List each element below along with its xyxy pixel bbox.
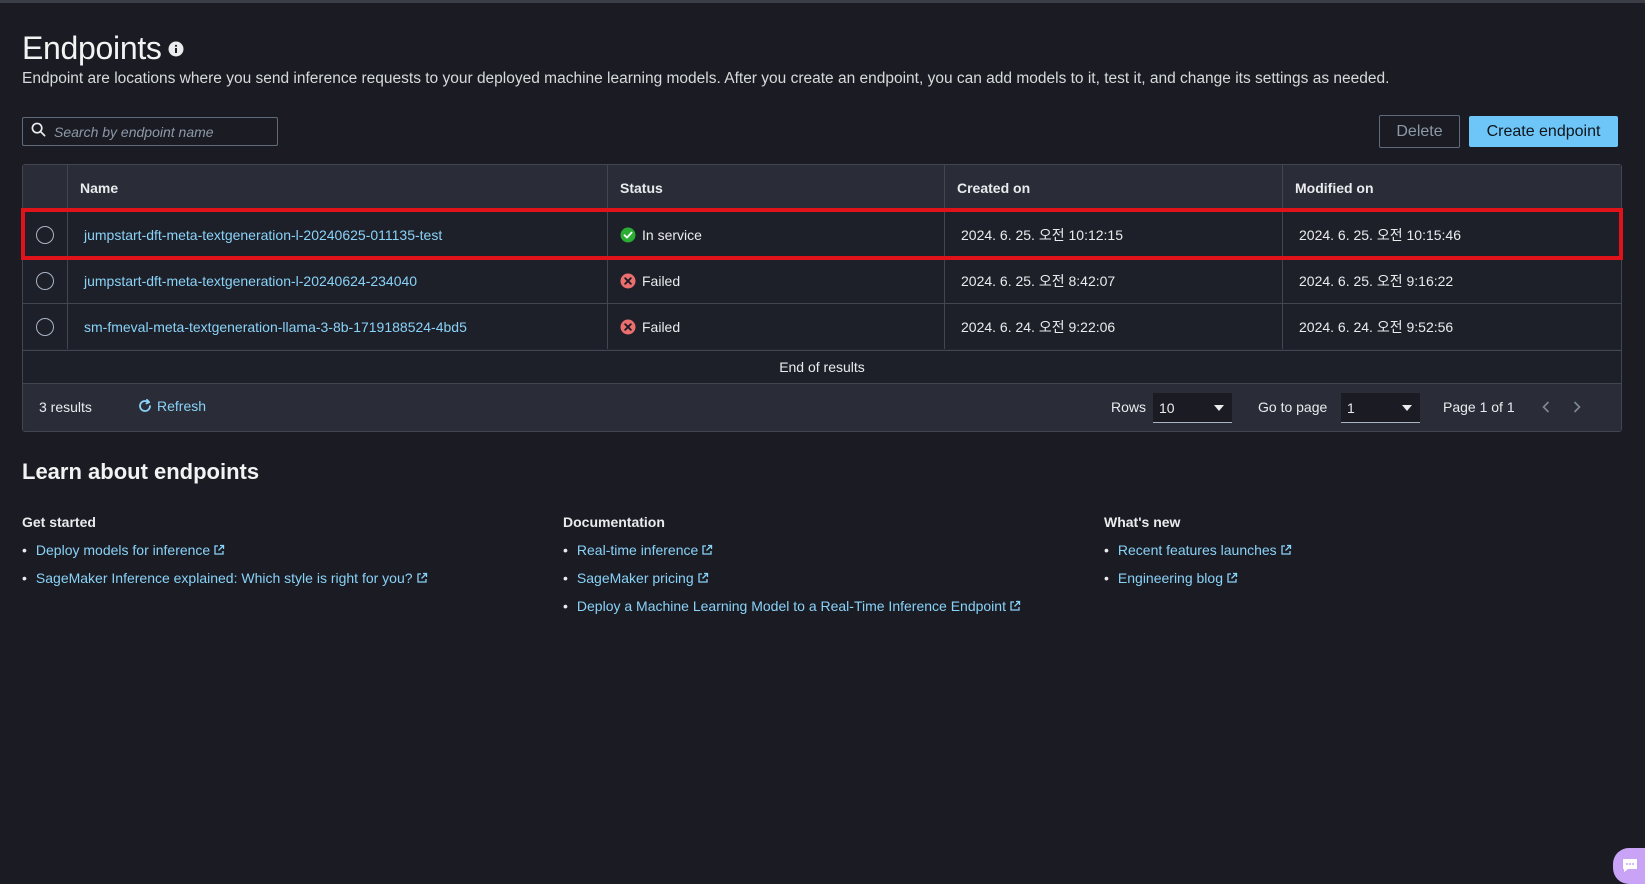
refresh-button[interactable]: Refresh xyxy=(137,398,206,414)
goto-page-value: 1 xyxy=(1347,399,1355,416)
caret-down-icon xyxy=(1402,404,1412,411)
table-header: Name Status Created on Modified on xyxy=(23,165,1621,211)
link-text[interactable]: Real-time inference xyxy=(577,542,698,558)
external-link-icon xyxy=(701,544,713,556)
table-row[interactable]: sm-fmeval-meta-textgeneration-llama-3-8b… xyxy=(23,303,1621,349)
status-cell: Failed xyxy=(608,258,945,303)
next-page-button[interactable] xyxy=(1568,398,1586,416)
column-header-name[interactable]: Name xyxy=(68,165,608,211)
link-text[interactable]: Recent features launches xyxy=(1118,542,1277,558)
external-link-icon xyxy=(1226,572,1238,584)
status-text: Failed xyxy=(642,272,681,289)
row-select-cell xyxy=(23,258,68,303)
results-count: 3 results xyxy=(39,399,92,415)
rows-label: Rows xyxy=(1111,399,1147,415)
learn-column-whats-new: What's new Recent features launches Engi… xyxy=(1104,514,1292,598)
row-radio[interactable] xyxy=(36,225,54,244)
search-input[interactable] xyxy=(54,123,264,140)
delete-button[interactable]: Delete xyxy=(1379,115,1460,148)
error-circle-icon xyxy=(620,319,636,335)
link-text[interactable]: SageMaker pricing xyxy=(577,570,694,586)
link-text[interactable]: Engineering blog xyxy=(1118,570,1223,586)
learn-link[interactable]: Recent features launches xyxy=(1104,542,1292,558)
endpoint-name-link[interactable]: jumpstart-dft-meta-textgeneration-l-2024… xyxy=(84,227,442,243)
goto-page-label: Go to page xyxy=(1258,399,1328,415)
top-divider xyxy=(0,0,1645,3)
status-text: In service xyxy=(642,226,702,243)
previous-page-button[interactable] xyxy=(1537,398,1555,416)
error-circle-icon xyxy=(620,273,636,289)
chat-icon xyxy=(1623,859,1637,872)
end-of-results: End of results xyxy=(23,350,1621,383)
header-select-cell xyxy=(23,165,68,211)
created-cell: 2024. 6. 25. 오전 10:12:15 xyxy=(945,212,1283,257)
link-text[interactable]: Deploy models for inference xyxy=(36,542,210,558)
chat-button[interactable] xyxy=(1613,848,1645,884)
learn-column-documentation: Documentation Real-time inference SageMa… xyxy=(563,514,1021,626)
column-heading: Documentation xyxy=(563,514,665,530)
external-link-icon xyxy=(697,572,709,584)
learn-column-get-started: Get started Deploy models for inference … xyxy=(22,514,428,598)
learn-link[interactable]: Engineering blog xyxy=(1104,570,1292,586)
modified-cell: 2024. 6. 25. 오전 9:16:22 xyxy=(1299,272,1454,289)
learn-section-title: Learn about endpoints xyxy=(22,459,260,484)
row-radio[interactable] xyxy=(36,317,54,336)
refresh-label: Refresh xyxy=(157,398,207,414)
status-text: Failed xyxy=(642,318,681,335)
title-row: Endpoints xyxy=(22,30,184,67)
goto-page-select[interactable]: 1 xyxy=(1341,393,1420,423)
info-icon[interactable] xyxy=(168,41,184,57)
page-description: Endpoint are locations where you send in… xyxy=(22,70,1390,87)
external-link-icon xyxy=(416,572,428,584)
learn-link[interactable]: Deploy a Machine Learning Model to a Rea… xyxy=(563,598,1021,614)
table-row[interactable]: jumpstart-dft-meta-textgeneration-l-2024… xyxy=(23,257,1621,303)
search-icon xyxy=(31,122,46,142)
column-header-created-on[interactable]: Created on xyxy=(945,165,1283,211)
name-cell: jumpstart-dft-meta-textgeneration-l-2024… xyxy=(68,212,608,257)
page-title: Endpoints xyxy=(22,30,162,66)
table-footer: 3 results Refresh Rows 10 Go to page 1 P… xyxy=(23,383,1621,431)
column-heading: What's new xyxy=(1104,514,1181,530)
status-cell: In service xyxy=(608,212,945,257)
create-endpoint-button[interactable]: Create endpoint xyxy=(1469,116,1618,147)
learn-link[interactable]: Real-time inference xyxy=(563,542,1021,558)
learn-link[interactable]: SageMaker pricing xyxy=(563,570,1021,586)
name-cell: jumpstart-dft-meta-textgeneration-l-2024… xyxy=(68,258,608,303)
endpoint-name-link[interactable]: jumpstart-dft-meta-textgeneration-l-2024… xyxy=(84,273,417,289)
refresh-icon xyxy=(139,398,151,412)
check-circle-icon xyxy=(620,227,636,243)
column-header-status[interactable]: Status xyxy=(608,165,945,211)
column-heading: Get started xyxy=(22,514,96,530)
learn-link[interactable]: Deploy models for inference xyxy=(22,542,428,558)
table-row[interactable]: jumpstart-dft-meta-textgeneration-l-2024… xyxy=(23,211,1621,257)
caret-down-icon xyxy=(1214,404,1224,411)
external-link-icon xyxy=(213,544,225,556)
external-link-icon xyxy=(1009,600,1021,612)
column-header-modified-on[interactable]: Modified on xyxy=(1283,165,1621,211)
row-select-cell xyxy=(23,212,68,257)
status-cell: Failed xyxy=(608,304,945,349)
modified-cell: 2024. 6. 24. 오전 9:52:56 xyxy=(1299,318,1454,335)
page-info: Page 1 of 1 xyxy=(1443,399,1515,415)
name-cell: sm-fmeval-meta-textgeneration-llama-3-8b… xyxy=(68,304,608,349)
chevron-right-icon xyxy=(1573,401,1581,413)
row-radio[interactable] xyxy=(36,271,54,290)
search-field[interactable] xyxy=(22,117,278,146)
endpoints-table: Name Status Created on Modified on jumps… xyxy=(22,164,1622,432)
endpoint-name-link[interactable]: sm-fmeval-meta-textgeneration-llama-3-8b… xyxy=(84,319,467,335)
created-cell: 2024. 6. 24. 오전 9:22:06 xyxy=(945,304,1283,349)
link-text[interactable]: Deploy a Machine Learning Model to a Rea… xyxy=(577,598,1006,614)
external-link-icon xyxy=(1280,544,1292,556)
row-select-cell xyxy=(23,304,68,349)
modified-cell: 2024. 6. 25. 오전 10:15:46 xyxy=(1299,226,1461,243)
learn-link[interactable]: SageMaker Inference explained: Which sty… xyxy=(22,570,428,586)
created-cell: 2024. 6. 25. 오전 8:42:07 xyxy=(945,258,1283,303)
link-text[interactable]: SageMaker Inference explained: Which sty… xyxy=(36,570,413,586)
chevron-left-icon xyxy=(1542,401,1550,413)
rows-value: 10 xyxy=(1159,399,1175,416)
rows-per-page-select[interactable]: 10 xyxy=(1153,393,1232,423)
